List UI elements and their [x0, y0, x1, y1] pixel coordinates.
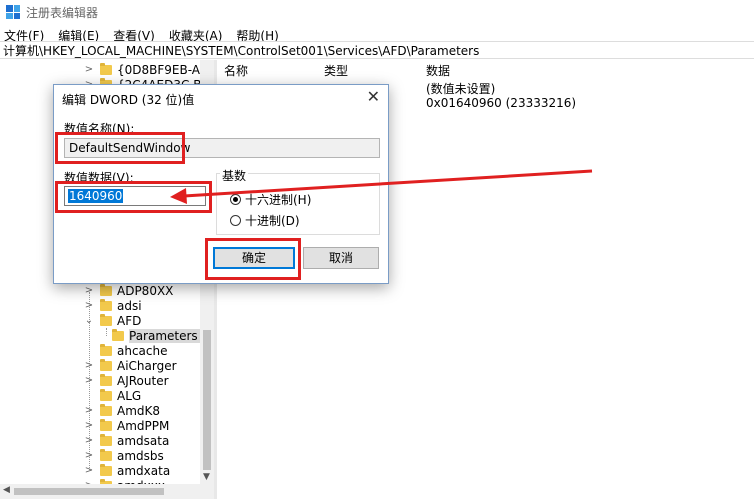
arrow-head-icon	[170, 188, 187, 204]
arrow-shaft	[183, 169, 593, 198]
annotation-arrow	[170, 169, 593, 204]
